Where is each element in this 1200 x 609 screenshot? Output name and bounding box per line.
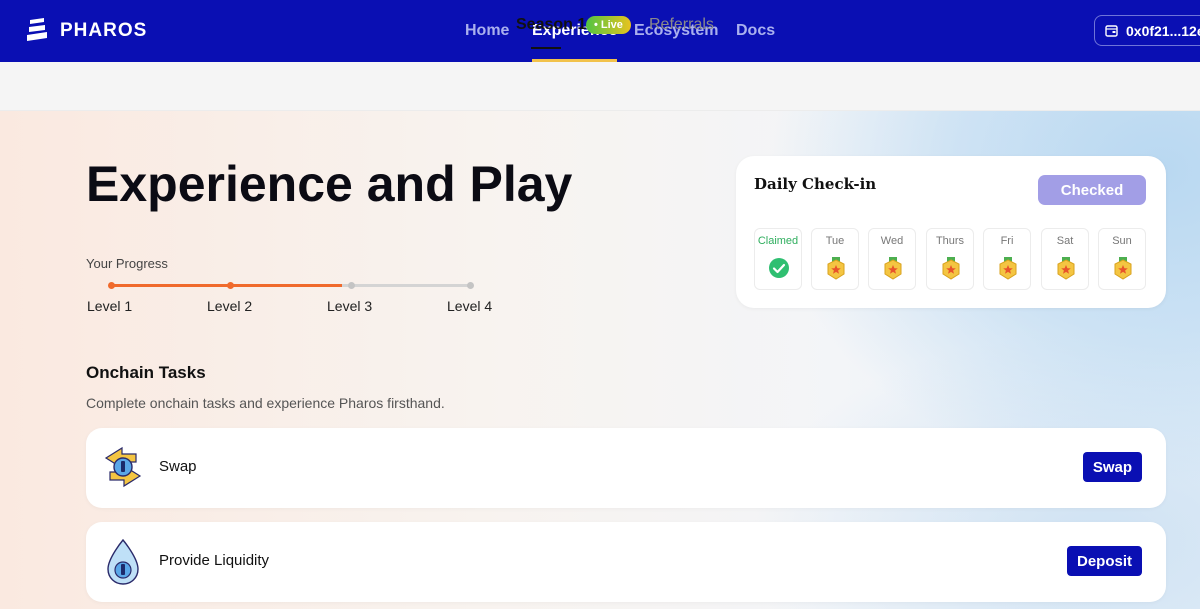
level-label-4: Level 4 <box>447 298 493 314</box>
progress-fill <box>110 284 342 287</box>
level-label-1: Level 1 <box>87 298 133 314</box>
progress-label: Your Progress <box>86 256 168 271</box>
day-label: Wed <box>880 235 904 247</box>
progress-dot-level-4 <box>467 282 474 289</box>
nav-docs[interactable]: Docs <box>736 0 775 62</box>
checkin-day-wed[interactable]: Wed <box>868 228 916 290</box>
task-card-swap: Swap Swap <box>86 428 1166 508</box>
onchain-tasks-title: Onchain Tasks <box>86 363 206 382</box>
swap-icon <box>104 446 142 488</box>
swap-button[interactable]: Swap <box>1082 452 1142 482</box>
checkin-day-thurs[interactable]: Thurs <box>926 228 974 290</box>
medal-icon <box>999 257 1017 280</box>
day-label: Sat <box>1056 235 1074 247</box>
nav-home[interactable]: Home <box>465 0 509 62</box>
day-label: Tue <box>825 235 845 247</box>
progress-bar <box>108 282 474 289</box>
checkin-day-sat[interactable]: Sat <box>1041 228 1089 290</box>
wallet-address: 0x0f21...12e <box>1126 22 1200 39</box>
droplet-icon <box>107 538 139 585</box>
day-label: Thurs <box>935 235 965 247</box>
brand-name: PHAROS <box>60 20 148 41</box>
day-label: Sun <box>1112 235 1132 247</box>
checkin-day-fri[interactable]: Fri <box>983 228 1031 290</box>
day-label: Fri <box>1000 235 1014 247</box>
progress-dot-level-3 <box>348 282 355 289</box>
wallet-icon <box>1105 24 1118 37</box>
wallet-button[interactable]: 0x0f21...12e <box>1094 15 1200 46</box>
task-label: Swap <box>159 458 197 475</box>
pharos-logo-icon <box>27 18 47 41</box>
onchain-tasks-subtitle: Complete onchain tasks and experience Ph… <box>86 395 445 411</box>
check-circle-icon <box>769 258 789 278</box>
page-title: Experience and Play <box>86 156 573 212</box>
day-label: Claimed <box>757 235 799 247</box>
checked-button[interactable]: Checked <box>1038 175 1146 205</box>
brand-logo[interactable]: PHAROS <box>26 18 147 44</box>
daily-checkin-card: Daily Check-in Checked Claimed Tue Wed T… <box>736 156 1166 308</box>
checkin-title: Daily Check-in <box>754 175 877 193</box>
medal-icon <box>884 257 902 280</box>
tab-referrals[interactable]: Referrals <box>649 16 714 34</box>
task-label: Provide Liquidity <box>159 552 270 569</box>
level-label-2: Level 2 <box>207 298 253 314</box>
task-card-provide-liquidity: Provide Liquidity Deposit <box>86 522 1166 602</box>
medal-icon <box>1057 257 1075 280</box>
checkin-day-sun[interactable]: Sun <box>1098 228 1146 290</box>
checkin-day-tue[interactable]: Tue <box>811 228 859 290</box>
live-badge: • Live <box>586 16 631 34</box>
medal-icon <box>942 257 960 280</box>
medal-icon <box>827 257 845 280</box>
level-label-3: Level 3 <box>327 298 373 314</box>
progress-dot-level-2 <box>227 282 234 289</box>
deposit-button[interactable]: Deposit <box>1066 546 1142 576</box>
tab-season-1[interactable]: Season 1 <box>516 16 586 49</box>
sub-navbar <box>0 62 1200 111</box>
progress-dot-level-1 <box>108 282 115 289</box>
medal-icon <box>1114 257 1132 280</box>
checkin-day-claimed[interactable]: Claimed <box>754 228 802 290</box>
